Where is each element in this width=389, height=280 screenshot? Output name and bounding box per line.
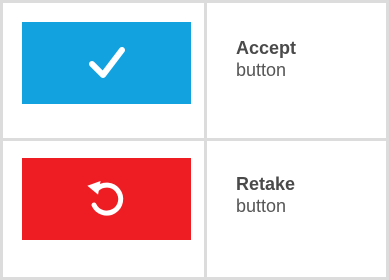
accept-button[interactable] — [22, 22, 191, 104]
retake-description: Retake button — [236, 173, 295, 217]
retake-kind-label: button — [236, 196, 287, 216]
undo-icon — [86, 180, 123, 216]
row-divider — [0, 138, 389, 141]
retake-button[interactable] — [22, 158, 191, 240]
accept-kind-label: button — [236, 60, 287, 80]
checkmark-icon — [88, 47, 125, 78]
accept-description: Accept button — [236, 37, 296, 81]
accept-name-label: Accept — [236, 38, 297, 58]
retake-name-label: Retake — [236, 174, 296, 194]
